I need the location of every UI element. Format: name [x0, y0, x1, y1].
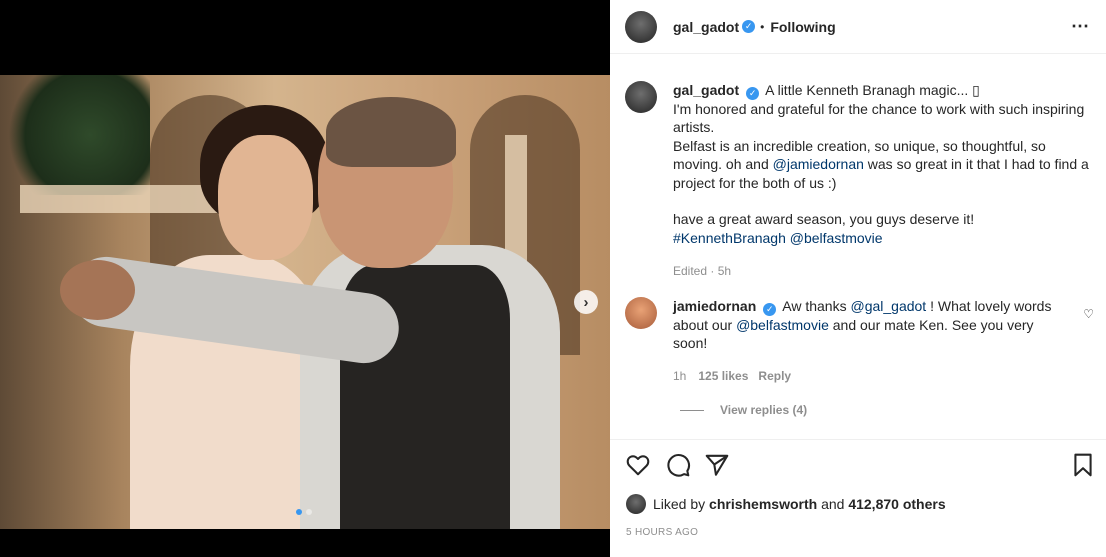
comment-body: jamiedornan ✓ Aw thanks @gal_gadot ! What …	[673, 297, 1063, 385]
chevron-right-icon: ›	[583, 293, 589, 311]
verified-badge-icon: ✓	[746, 86, 760, 100]
caption-line2: I'm honored and grateful for the chance …	[673, 100, 1085, 136]
photo-man-hair	[326, 97, 456, 167]
separator-dot: •	[760, 19, 765, 34]
liker-avatar[interactable]	[626, 494, 646, 514]
comment: jamiedornan ✓ Aw thanks @gal_gadot ! What …	[625, 297, 1063, 385]
comment-username[interactable]: jamiedornan	[673, 298, 756, 314]
liked-by-prefix: Liked by	[653, 496, 710, 512]
post-header: gal_gadot ✓ • Following ⋯	[610, 0, 1106, 54]
comment-like-heart-icon[interactable]: ♡	[1083, 307, 1094, 321]
view-replies-label: View replies (4)	[720, 403, 808, 417]
following-button[interactable]: Following	[770, 19, 835, 35]
caption: gal_gadot ✓ A little Kenneth Branagh magic…	[625, 81, 1093, 281]
mention-link[interactable]: @belfastmovie	[736, 317, 829, 333]
next-slide-button[interactable]: ›	[574, 290, 598, 314]
verified-badge-icon: ✓	[763, 302, 777, 316]
post-photo[interactable]	[0, 75, 610, 529]
caption-username[interactable]: gal_gadot	[673, 82, 739, 98]
liked-by-user[interactable]: chrishemsworth	[709, 496, 817, 512]
more-options-icon[interactable]: ⋯	[1071, 16, 1090, 37]
post-sidebar: gal_gadot ✓ • Following ⋯ gal_gadot ✓ A li…	[610, 0, 1106, 557]
comment-likes[interactable]: 125 likes	[698, 369, 748, 383]
carousel-dot	[306, 509, 312, 515]
mention-link[interactable]: @gal_gadot	[850, 298, 926, 314]
caption-line4: have a great award season, you guys dese…	[673, 211, 975, 228]
like-heart-icon[interactable]	[625, 452, 651, 478]
caption-tags: #KennethBranagh @belfastmovie	[673, 229, 1093, 248]
photo-man-hand	[60, 260, 135, 320]
carousel-dot-active	[296, 509, 302, 515]
mention-link[interactable]: @jamiedornan	[773, 156, 864, 172]
caption-body: gal_gadot ✓ A little Kenneth Branagh magic…	[673, 81, 1093, 281]
caption-line3: Belfast is an incredible creation, so un…	[673, 137, 1093, 193]
comment-avatar[interactable]	[625, 297, 657, 329]
caption-avatar[interactable]	[625, 81, 657, 113]
liked-by-text: Liked by chrishemsworth and 412,870 othe…	[653, 496, 946, 512]
save-bookmark-icon[interactable]	[1070, 452, 1096, 478]
photo-railing	[20, 185, 230, 213]
share-send-icon[interactable]	[704, 452, 730, 478]
author-avatar[interactable]	[625, 10, 657, 43]
liked-by-and: and	[817, 496, 849, 512]
replies-divider-line	[680, 409, 704, 411]
comment-bubble-icon[interactable]	[665, 452, 691, 478]
mention-link[interactable]: @belfastmovie	[790, 230, 883, 246]
liked-by-row: Liked by chrishemsworth and 412,870 othe…	[626, 494, 946, 514]
comment-meta: 1h 125 likes Reply	[673, 367, 1063, 386]
hashtag-link[interactable]: #KennethBranagh	[673, 230, 786, 246]
photo-woman-face	[218, 135, 313, 260]
post-modal: › gal_gadot ✓ • Following ⋯ gal_gadot ✓ A …	[0, 0, 1106, 557]
author-username[interactable]: gal_gadot	[673, 19, 739, 35]
action-bar	[610, 452, 1106, 480]
caption-line1: A little Kenneth Branagh magic... ▯	[765, 82, 980, 98]
media-pane: ›	[0, 0, 610, 557]
comment-text: Aw thanks	[782, 298, 851, 314]
post-timestamp[interactable]: 5 HOURS AGO	[626, 527, 698, 538]
photo-plant	[0, 75, 150, 195]
caption-edited: Edited · 5h	[673, 264, 732, 279]
verified-badge-icon: ✓	[742, 20, 756, 33]
view-replies-button[interactable]: View replies (4)	[680, 403, 807, 417]
carousel-dots	[296, 509, 312, 515]
likes-count[interactable]: 412,870 others	[848, 496, 945, 512]
comments-section: gal_gadot ✓ A little Kenneth Branagh magic…	[610, 55, 1106, 440]
comment-time[interactable]: 1h	[673, 369, 686, 383]
reply-button[interactable]: Reply	[758, 369, 791, 383]
